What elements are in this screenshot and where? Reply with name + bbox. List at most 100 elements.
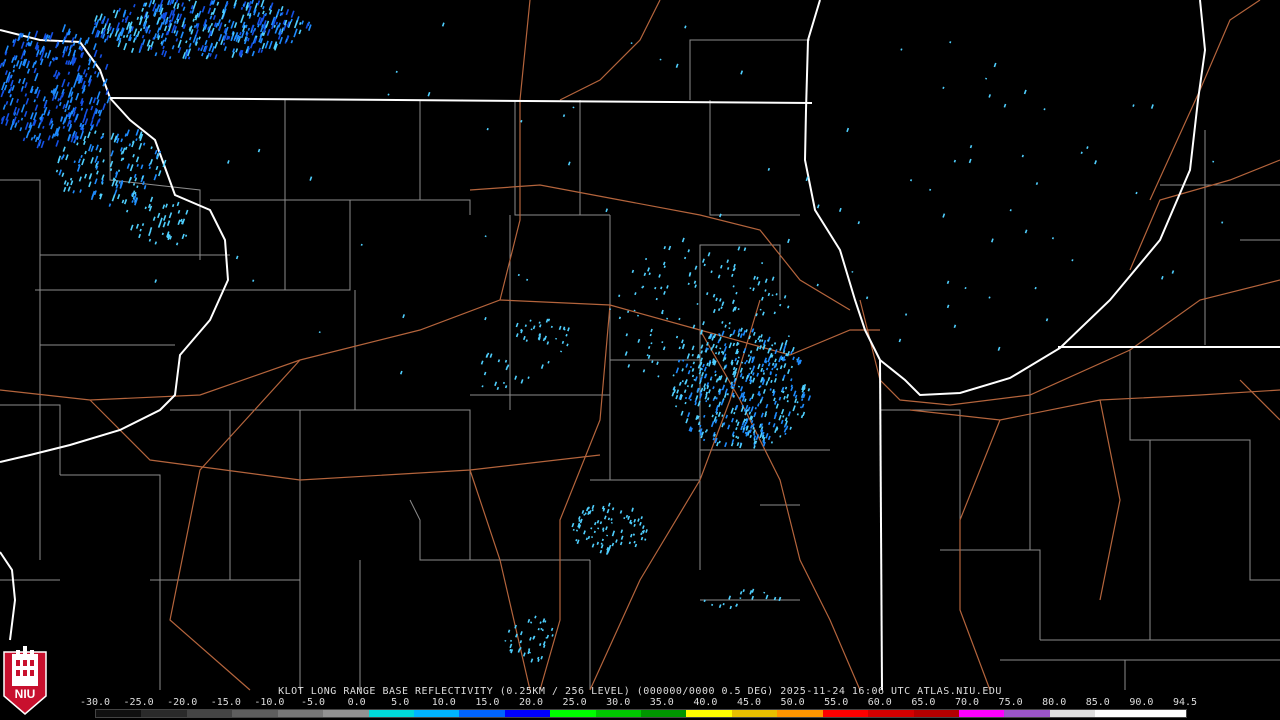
echo-mark [679, 393, 683, 397]
echo-mark [1021, 154, 1024, 158]
echo-mark [900, 48, 903, 51]
echo-mark [1034, 286, 1037, 290]
echo-mark [532, 635, 536, 639]
echo-mark [776, 368, 779, 371]
echo-mark [99, 54, 103, 58]
echo-mark [1043, 108, 1046, 111]
echo-mark [575, 539, 578, 542]
echo-mark [540, 655, 544, 660]
echo-mark [700, 434, 703, 439]
echo-mark [640, 532, 643, 535]
echo-mark [567, 161, 571, 166]
echo-mark [550, 627, 554, 631]
reflectivity-scale-labels: -30.0 -25.0 -20.0 -15.0 -10.0 -5.0 0.0 5.0 10.0 1… [80, 697, 1197, 709]
echo-mark [487, 352, 490, 355]
echo-mark [684, 396, 688, 400]
echo-mark [1086, 146, 1089, 149]
echo-mark [593, 530, 596, 534]
echo-mark [769, 372, 772, 376]
echo-mark [279, 12, 283, 17]
echo-mark [660, 286, 663, 290]
echo-mark [542, 337, 546, 342]
echo-mark [748, 411, 752, 415]
echo-mark [69, 177, 73, 181]
echo-mark [139, 28, 143, 32]
echo-mark [526, 278, 529, 281]
echo-mark [710, 270, 713, 274]
echo-mark [134, 191, 137, 195]
echo-mark [125, 34, 129, 38]
echo-mark [634, 292, 637, 296]
echo-mark [486, 127, 489, 131]
radar-map[interactable] [0, 0, 1280, 720]
echo-mark [681, 368, 684, 372]
echo-mark [1045, 318, 1049, 322]
echo-mark [262, 28, 266, 33]
echo-mark [794, 394, 798, 399]
echo-mark [611, 542, 615, 547]
echo-mark [148, 238, 152, 242]
echo-mark [72, 42, 76, 46]
echo-mark [675, 335, 679, 339]
echo-mark [538, 321, 541, 324]
echo-mark [650, 328, 653, 333]
echo-mark [705, 391, 709, 396]
echo-mark [540, 627, 543, 630]
echo-mark [706, 397, 710, 401]
echo-mark [538, 333, 541, 337]
scale-label: -25.0 [123, 697, 154, 708]
echo-mark [519, 647, 522, 650]
echo-mark [33, 99, 36, 103]
echo-mark [27, 60, 30, 64]
echo-mark [760, 423, 764, 427]
echo-mark [109, 168, 113, 172]
echo-mark [42, 125, 45, 129]
echo-mark [541, 629, 544, 632]
echo-mark [605, 551, 609, 555]
echo-mark [79, 189, 82, 193]
echo-mark [248, 12, 252, 17]
colorbar-segment [413, 710, 460, 717]
echo-mark [238, 51, 242, 55]
echo-mark [706, 385, 710, 390]
echo-mark [539, 621, 542, 624]
echo-mark [857, 221, 861, 225]
colorbar-segment [959, 710, 1005, 717]
echo-mark [682, 359, 685, 362]
echo-mark [27, 41, 30, 46]
echo-mark [207, 26, 210, 30]
echo-mark [273, 24, 276, 28]
echo-mark [142, 142, 146, 146]
echo-mark [139, 228, 142, 232]
echo-mark [118, 181, 121, 184]
echo-mark [629, 519, 632, 524]
echo-mark [22, 137, 26, 142]
echo-mark [773, 311, 776, 315]
echo-mark [102, 159, 105, 163]
echo-mark [678, 317, 681, 321]
echo-mark [710, 346, 714, 351]
echo-mark [649, 333, 652, 337]
echo-mark [781, 378, 785, 382]
echo-mark [299, 22, 302, 25]
echo-mark [643, 272, 647, 277]
echo-mark [625, 333, 629, 337]
echo-mark [699, 424, 702, 428]
echo-mark [618, 316, 622, 320]
echo-mark [706, 292, 709, 296]
echo-mark [687, 249, 690, 253]
echo-mark [666, 285, 669, 289]
echo-mark [681, 339, 684, 344]
colorbar-segment [459, 710, 505, 717]
echo-mark [751, 329, 754, 333]
echo-mark [187, 56, 191, 60]
echo-mark [149, 227, 153, 231]
scale-label: -10.0 [254, 697, 285, 708]
echo-mark [620, 529, 624, 534]
echo-mark [732, 394, 736, 398]
echo-mark [538, 337, 541, 341]
echo-mark [55, 169, 59, 173]
echo-mark [133, 4, 136, 8]
scale-label: 80.0 [1042, 697, 1067, 708]
echo-mark [48, 63, 52, 67]
